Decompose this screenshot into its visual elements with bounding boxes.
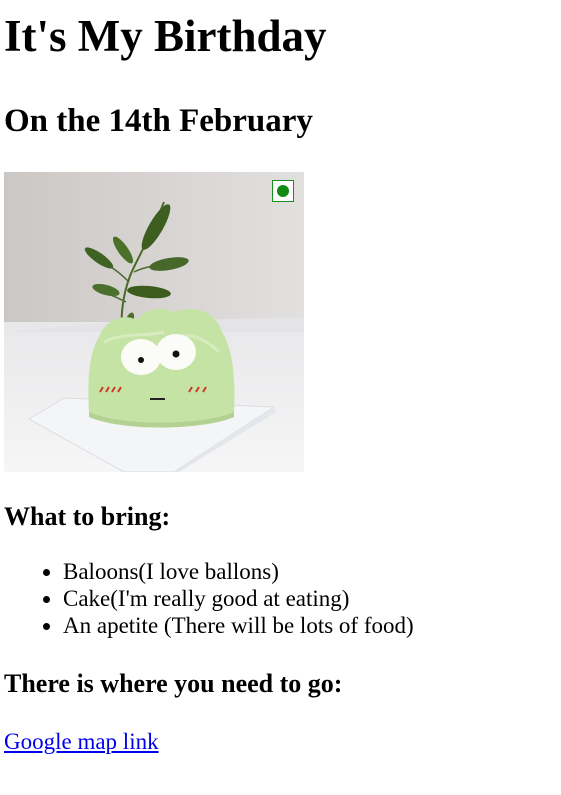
veg-indicator-dot [277,185,289,197]
map-link-container: Google map link [4,728,553,755]
list-item: Baloons(I love ballons) [63,558,553,585]
bring-heading: What to bring: [4,502,171,531]
location-heading: There is where you need to go: [4,669,343,698]
cake-photo [4,172,304,472]
google-map-link[interactable]: Google map link [4,729,159,754]
cake-photo-graphic [4,172,304,472]
page-subtitle: On the 14th February [4,103,313,139]
bring-list: Baloons(I love ballons) Cake(I'm really … [4,558,553,639]
page-title: It's My Birthday [4,11,327,61]
list-item: An apetite (There will be lots of food) [63,612,553,639]
veg-indicator-icon [272,180,294,202]
page: It's My Birthday On the 14th February Wh… [0,10,561,755]
list-item: Cake(I'm really good at eating) [63,585,553,612]
